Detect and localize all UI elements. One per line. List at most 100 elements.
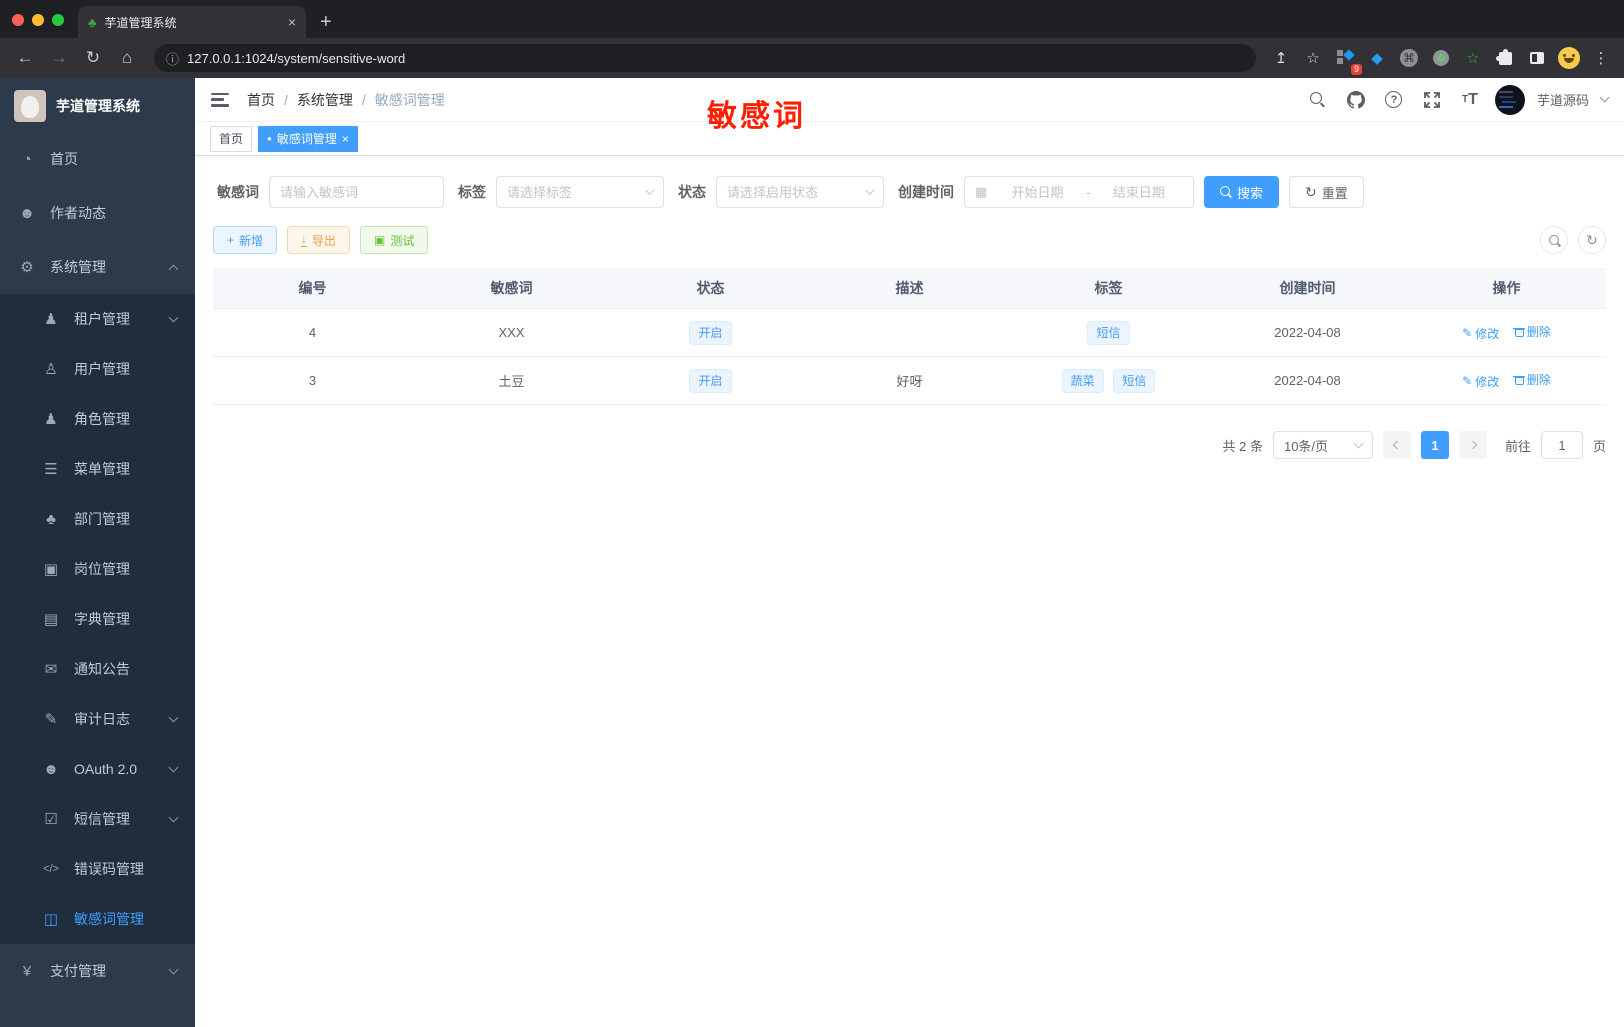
user-menu-caret-icon[interactable]: [1599, 92, 1610, 103]
sidebar-item-dept[interactable]: ♣ 部门管理: [0, 494, 195, 544]
tag-badge: 短信: [1087, 320, 1130, 345]
user-avatar[interactable]: [1494, 84, 1525, 115]
status-select[interactable]: [716, 176, 884, 208]
status-tag: 开启: [689, 368, 732, 393]
sidebar-item-tenant[interactable]: ♟ 租户管理: [0, 294, 195, 344]
font-size-icon[interactable]: TT: [1457, 87, 1483, 113]
address-bar[interactable]: ⓘ 127.0.0.1:1024/system/sensitive-word: [154, 44, 1256, 72]
tag-select-input[interactable]: [507, 184, 641, 200]
sidebar-item-author-feed[interactable]: ☻ 作者动态: [0, 186, 195, 240]
sidebar-item-oauth[interactable]: ☻ OAuth 2.0: [0, 744, 195, 794]
app-logo[interactable]: 芋道管理系统: [0, 84, 195, 128]
new-tab-button[interactable]: +: [306, 11, 346, 38]
page-size-select[interactable]: 10条/页: [1272, 431, 1373, 459]
extension-grid-glyph: [1337, 49, 1355, 66]
test-button[interactable]: ▣ 测试: [360, 226, 429, 254]
window-close-button[interactable]: [12, 14, 24, 26]
keyword-input-wrap: [269, 176, 444, 208]
delete-button[interactable]: 删除: [1513, 371, 1551, 388]
tag-select[interactable]: [496, 176, 664, 208]
pagination: 共 2 条 10条/页 1 前往 页: [213, 431, 1606, 459]
sidebar-item-sensitive-word[interactable]: ◫ 敏感词管理: [0, 894, 195, 944]
goto-page-input[interactable]: [1540, 431, 1583, 459]
chevron-down-icon: [644, 185, 655, 195]
side-panel-icon[interactable]: [1524, 45, 1550, 71]
chevron-down-icon: [168, 712, 179, 722]
chevron-down-icon: [168, 812, 179, 822]
end-date-input[interactable]: [1094, 184, 1183, 200]
keyword-input[interactable]: [280, 184, 433, 200]
tag-home[interactable]: 首页: [210, 125, 253, 152]
start-date-input[interactable]: [993, 184, 1082, 200]
document-icon: ▣: [374, 233, 386, 247]
share-icon[interactable]: ↥: [1268, 45, 1294, 71]
command-extension-icon[interactable]: ⌘: [1396, 45, 1422, 71]
breadcrumb-home[interactable]: 首页: [247, 90, 275, 110]
home-icon[interactable]: ⌂: [112, 48, 142, 68]
currency-icon: ¥: [22, 962, 32, 980]
edit-button[interactable]: ✎ 修改: [1462, 325, 1499, 342]
sidebar-item-dict[interactable]: ▤ 字典管理: [0, 594, 195, 644]
extension-grid-icon[interactable]: 9: [1332, 45, 1362, 75]
tab-close-icon[interactable]: ×: [288, 14, 296, 30]
record-extension-icon[interactable]: [1428, 45, 1454, 71]
site-info-icon[interactable]: ⓘ: [166, 49, 179, 68]
toggle-search-button[interactable]: [1540, 226, 1568, 254]
bookmark-star-icon[interactable]: ☆: [1300, 45, 1326, 71]
window-minimize-button[interactable]: [32, 14, 44, 26]
date-range-picker[interactable]: ▦ -: [964, 176, 1194, 208]
table-row: 3 土豆 开启 好呀 蔬菜 短信 2022-04-08 ✎ 修改 删除: [213, 356, 1606, 404]
prev-page-button[interactable]: [1382, 431, 1411, 459]
search-button[interactable]: 搜索: [1204, 176, 1280, 208]
gem-extension-icon[interactable]: ◆: [1364, 45, 1390, 71]
edit-icon: ✎: [1462, 374, 1473, 389]
sidebar-item-role[interactable]: ♟ 角色管理: [0, 394, 195, 444]
sidebar-item-system[interactable]: ⚙ 系统管理: [0, 240, 195, 294]
tag-close-icon[interactable]: ×: [342, 132, 349, 146]
window-zoom-button[interactable]: [52, 14, 64, 26]
sidebar-item-audit-log[interactable]: ✎ 审计日志: [0, 694, 195, 744]
fullscreen-icon[interactable]: [1419, 87, 1445, 113]
breadcrumb-system[interactable]: 系统管理: [297, 90, 353, 110]
sidebar-item-home[interactable]: ◔ 首页: [0, 132, 195, 186]
sidebar-item-error-code[interactable]: </> 错误码管理: [0, 844, 195, 894]
hamburger-icon[interactable]: [211, 92, 229, 107]
back-icon[interactable]: ←: [10, 48, 40, 68]
next-page-button[interactable]: [1458, 431, 1487, 459]
page-number[interactable]: 1: [1420, 431, 1449, 459]
sidebar-item-payment[interactable]: ¥ 支付管理: [0, 944, 195, 998]
profile-avatar[interactable]: [1556, 45, 1582, 71]
status-select-input[interactable]: [727, 184, 861, 200]
badge-icon: ▣: [43, 561, 59, 578]
search-form: 敏感词 标签 状态 创建时间 ▦: [213, 176, 1606, 208]
reload-icon[interactable]: ↻: [78, 48, 108, 68]
edit-button[interactable]: ✎ 修改: [1462, 373, 1499, 390]
chevron-down-icon: [168, 762, 179, 772]
active-dot-icon: ●: [267, 134, 272, 143]
tag-sensitive-word[interactable]: ● 敏感词管理 ×: [258, 125, 358, 152]
sidebar-item-notice[interactable]: ✉ 通知公告: [0, 644, 195, 694]
sidebar-item-user[interactable]: ♙ 用户管理: [0, 344, 195, 394]
extensions-puzzle-icon[interactable]: [1492, 45, 1518, 71]
forward-icon[interactable]: →: [44, 48, 74, 68]
reset-button[interactable]: ↻ 重置: [1289, 176, 1364, 208]
sidebar-item-post[interactable]: ▣ 岗位管理: [0, 544, 195, 594]
help-icon[interactable]: ?: [1381, 87, 1407, 113]
github-icon[interactable]: [1343, 87, 1369, 113]
open-book-icon: ◫: [43, 911, 59, 928]
search-icon[interactable]: [1305, 87, 1331, 113]
add-button[interactable]: + 新增: [213, 226, 278, 254]
sidebar-item-menu[interactable]: ☰ 菜单管理: [0, 444, 195, 494]
chat-icon: ☻: [19, 204, 35, 222]
browser-tab[interactable]: ♣ 芋道管理系统 ×: [78, 6, 306, 38]
browser-menu-icon[interactable]: ⋮: [1588, 45, 1614, 71]
browser-tab-strip: ♣ 芋道管理系统 × +: [0, 0, 1624, 38]
window-controls[interactable]: [0, 14, 78, 38]
refresh-table-button[interactable]: ↻: [1578, 226, 1606, 254]
delete-button[interactable]: 删除: [1513, 323, 1551, 340]
star-extension-icon[interactable]: ☆: [1460, 45, 1486, 71]
users-icon: ♟: [44, 411, 58, 428]
sidebar-item-sms[interactable]: ☑ 短信管理: [0, 794, 195, 844]
export-button[interactable]: ↓ 导出: [287, 226, 351, 254]
breadcrumb-current: 敏感词管理: [374, 91, 445, 108]
